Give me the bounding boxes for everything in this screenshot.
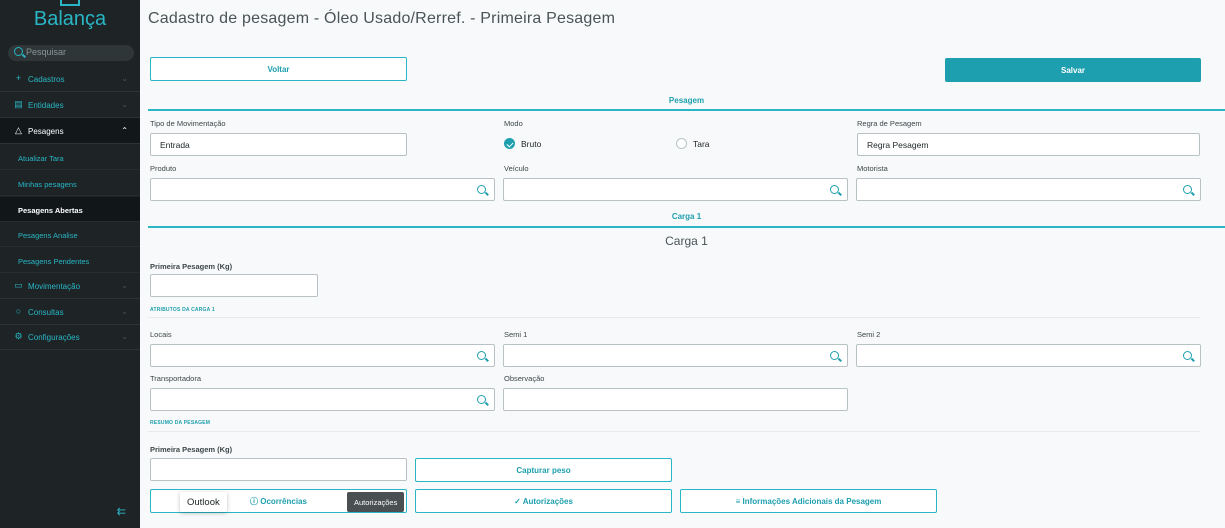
- radio-unchecked-icon: [676, 138, 687, 149]
- app-title: Balança: [33, 8, 107, 30]
- semi2-field[interactable]: [856, 344, 1201, 367]
- observacao-field[interactable]: [503, 388, 848, 411]
- chevron-down-icon: ⌄: [121, 332, 128, 341]
- radio-checked-icon: [504, 138, 515, 149]
- tipo-movimentacao-label: Tipo de Movimentação: [150, 119, 226, 128]
- sidebar-item-label: Configurações: [28, 333, 80, 342]
- chevron-down-icon: ⌄: [121, 100, 128, 109]
- search-icon: [14, 47, 23, 56]
- resumo-primeira-pesagem-label: Primeira Pesagem (Kg): [150, 445, 233, 454]
- sidebar-subitem-atualizar-tara[interactable]: Atualizar Tara: [0, 145, 140, 170]
- sidebar-subitem-label: Pesagens Analise: [18, 231, 78, 240]
- sidebar-item-consultas[interactable]: ○ Consultas ⌄: [0, 299, 140, 325]
- sidebar-subitem-pesagens-analise[interactable]: Pesagens Analise: [0, 222, 140, 247]
- sidebar-item-label: Entidades: [28, 101, 64, 110]
- sidebar-item-pesagens[interactable]: △ Pesagens ⌃: [0, 118, 140, 144]
- section-title-pesagem: Pesagem: [668, 96, 705, 105]
- veiculo-field[interactable]: [503, 178, 848, 201]
- divider: [148, 431, 1200, 432]
- regra-pesagem-label: Regra de Pesagem: [857, 119, 922, 128]
- main-content: Cadastro de pesagem - Óleo Usado/Rerref.…: [140, 0, 1225, 528]
- locais-field[interactable]: [150, 344, 495, 367]
- monitor-icon: ▭: [14, 280, 23, 290]
- semi1-label: Semi 1: [504, 330, 528, 339]
- search-placeholder: Pesquisar: [26, 47, 67, 57]
- sidebar-subitem-pesagens-pendentes[interactable]: Pesagens Pendentes: [0, 248, 140, 273]
- carga-heading: Carga 1: [665, 234, 708, 248]
- sidebar-item-cadastros[interactable]: + Cadastros ⌄: [0, 66, 140, 92]
- observacao-label: Observação: [504, 374, 545, 383]
- produto-label: Produto: [150, 164, 177, 173]
- section-title-carga: Carga 1: [671, 212, 702, 221]
- chevron-down-icon: ⌄: [121, 281, 128, 290]
- tipo-movimentacao-field[interactable]: Entrada: [150, 133, 407, 156]
- search-icon[interactable]: [830, 351, 839, 360]
- locais-label: Locais: [150, 330, 172, 339]
- sidebar-item-movimentacao[interactable]: ▭ Movimentação ⌄: [0, 273, 140, 299]
- plus-icon: +: [15, 73, 22, 83]
- transportadora-field[interactable]: [150, 388, 495, 411]
- informacoes-adicionais-button[interactable]: ≡ Informações Adicionais da Pesagem: [680, 489, 937, 513]
- sidebar-subitem-label: Pesagens Abertas: [18, 206, 83, 215]
- semi2-label: Semi 2: [857, 330, 881, 339]
- save-button[interactable]: Salvar: [945, 58, 1201, 82]
- chevron-down-icon: ⌄: [121, 74, 128, 83]
- search-icon[interactable]: [1183, 185, 1192, 194]
- sidebar-subitem-label: Minhas pesagens: [18, 180, 77, 189]
- outlook-tooltip: Outlook: [180, 492, 227, 512]
- resumo-pesagem-heading: RESUMO DA PESAGEM: [150, 420, 211, 426]
- motorista-label: Motorista: [857, 164, 888, 173]
- sidebar-subitem-label: Pesagens Pendentes: [18, 257, 90, 266]
- atributos-carga-heading: ATRIBUTOS DA CARGA 1: [150, 307, 215, 313]
- sidebar-subitem-minhas-pesagens[interactable]: Minhas pesagens: [0, 171, 140, 196]
- veiculo-label: Veículo: [504, 164, 529, 173]
- sidebar-subitem-label: Atualizar Tara: [18, 154, 64, 163]
- sidebar-item-entidades[interactable]: ▤ Entidades ⌄: [0, 92, 140, 118]
- chevron-down-icon: ⌄: [121, 307, 128, 316]
- autorizacoes-button[interactable]: ✓ Autorizações: [415, 489, 672, 513]
- primeira-pesagem-label: Primeira Pesagem (Kg): [150, 262, 233, 271]
- search-icon: ○: [15, 306, 22, 316]
- produto-field[interactable]: [150, 178, 495, 201]
- sidebar: Balança Pesquisar + Cadastros ⌄ ▤ Entida…: [0, 0, 140, 528]
- modo-label: Modo: [504, 119, 523, 128]
- radio-label: Bruto: [521, 138, 542, 149]
- chevron-up-icon: ⌃: [121, 126, 128, 135]
- gear-icon: ⚙: [14, 331, 23, 341]
- section-divider: [148, 109, 1225, 111]
- search-icon[interactable]: [830, 185, 839, 194]
- database-icon: ▤: [14, 99, 23, 109]
- sidebar-item-label: Consultas: [28, 308, 64, 317]
- search-icon[interactable]: [477, 351, 486, 360]
- transportadora-label: Transportadora: [150, 374, 201, 383]
- modo-radio-bruto[interactable]: Bruto: [504, 138, 541, 149]
- divider: [148, 317, 1200, 318]
- sidebar-item-configuracoes[interactable]: ⚙ Configurações ⌄: [0, 324, 140, 350]
- back-button[interactable]: Voltar: [150, 57, 407, 81]
- primeira-pesagem-field[interactable]: [150, 274, 318, 297]
- page-title: Cadastro de pesagem - Óleo Usado/Rerref.…: [148, 10, 616, 27]
- sidebar-item-label: Cadastros: [28, 75, 65, 84]
- search-icon[interactable]: [1183, 351, 1192, 360]
- section-divider: [148, 226, 1225, 228]
- sidebar-subitem-pesagens-abertas[interactable]: Pesagens Abertas: [0, 197, 140, 222]
- capturar-peso-button[interactable]: Capturar peso: [415, 458, 672, 482]
- motorista-field[interactable]: [856, 178, 1201, 201]
- autorizacoes-tooltip: Autorizações: [347, 492, 405, 512]
- sidebar-search[interactable]: Pesquisar: [8, 45, 134, 61]
- sidebar-item-label: Movimentação: [28, 282, 81, 291]
- sidebar-item-label: Pesagens: [28, 127, 64, 136]
- search-icon[interactable]: [477, 185, 486, 194]
- collapse-sidebar-icon[interactable]: ⇇: [117, 505, 126, 518]
- scale-logo-icon: [60, 0, 80, 6]
- modo-radio-tara[interactable]: Tara: [676, 138, 710, 149]
- semi1-field[interactable]: [503, 344, 848, 367]
- resumo-primeira-pesagem-field[interactable]: [150, 458, 407, 481]
- radio-label: Tara: [693, 138, 710, 149]
- regra-pesagem-field[interactable]: Regra Pesagem: [857, 133, 1200, 156]
- search-icon[interactable]: [477, 395, 486, 404]
- brand: Balança: [0, 0, 140, 40]
- scale-icon: △: [15, 125, 22, 135]
